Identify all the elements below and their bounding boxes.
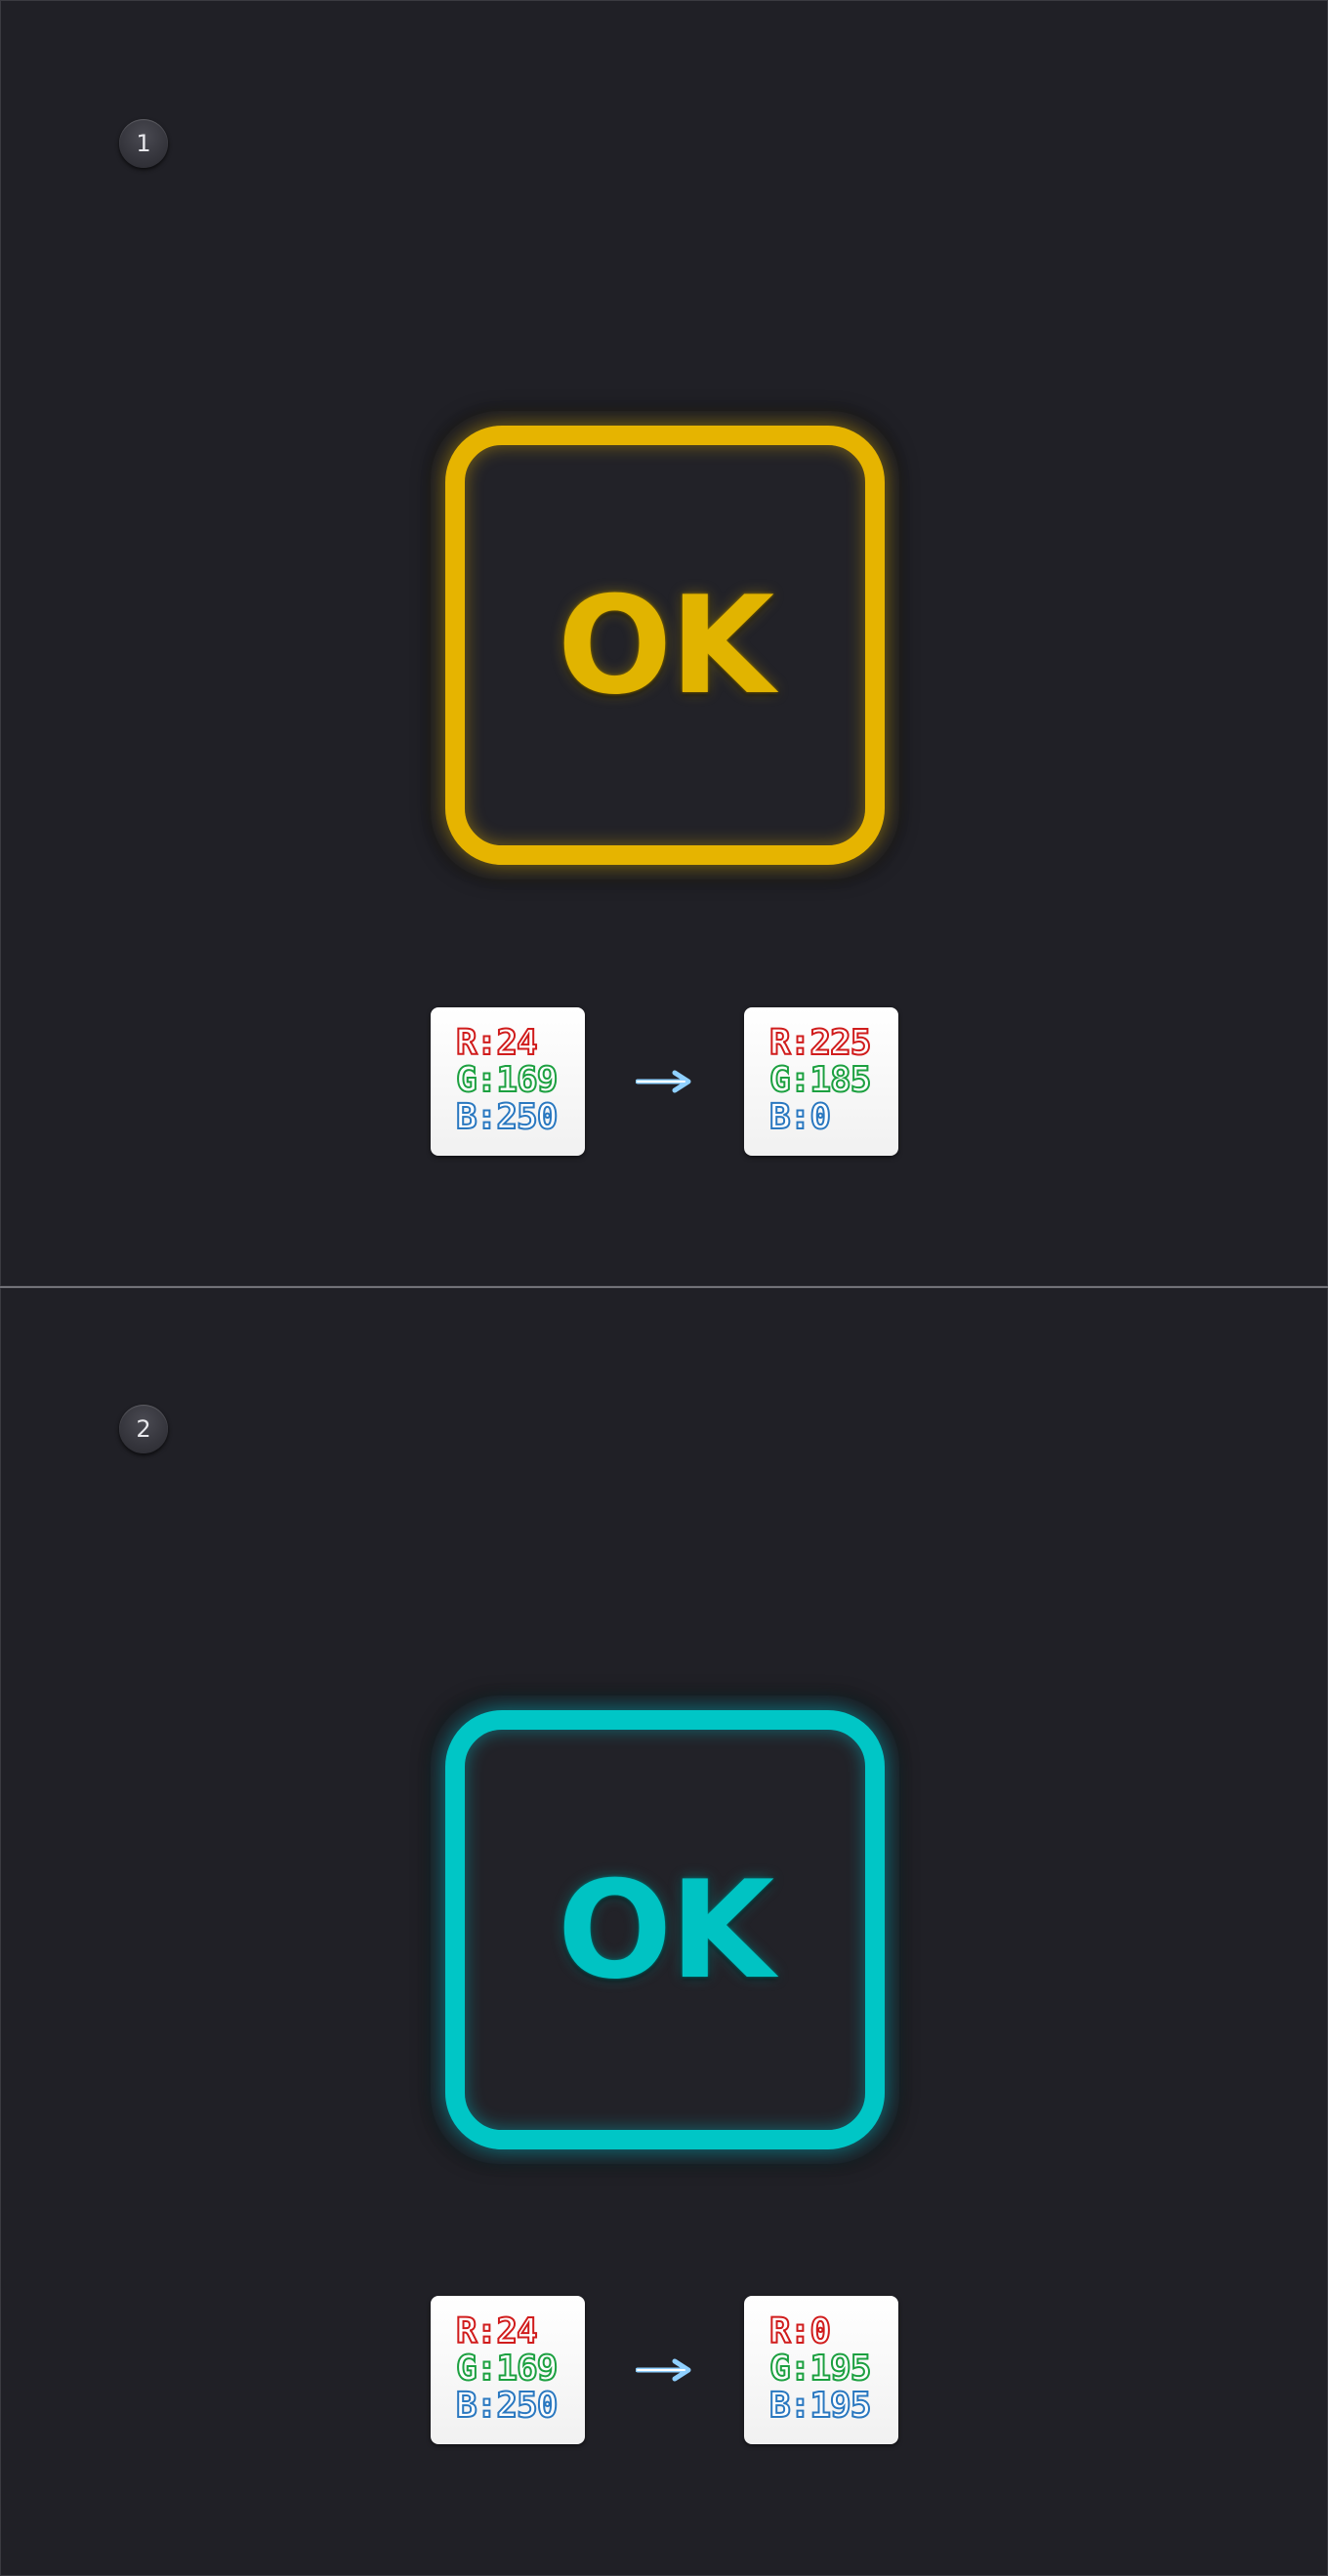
color-swatch-to: R:225 G:185 B:0: [744, 1007, 898, 1156]
step-1-panel: 1 OK R:24 G:169 B:250 R:225 G:185 B:0: [0, 0, 1328, 1287]
color-swatch-from: R:24 G:169 B:250: [431, 2296, 585, 2444]
step-number-badge: 1: [119, 119, 168, 168]
swatch-blue-value: B:250: [455, 2386, 559, 2426]
swatch-green-value: G:195: [768, 2349, 872, 2389]
swatch-green-value: G:185: [768, 1060, 872, 1100]
ok-icon-label: OK: [557, 1851, 774, 2009]
swatch-blue-value: B:0: [768, 1097, 832, 1137]
swatch-green-value: G:169: [455, 2349, 559, 2389]
swatch-green-value: G:169: [455, 1060, 559, 1100]
swatch-red-value: R:24: [455, 1023, 539, 1063]
ok-icon-cyan: OK: [431, 1696, 899, 2164]
ok-icon-yellow: OK: [431, 411, 899, 879]
ok-icon-frame: OK: [445, 1710, 885, 2149]
swatch-red-value: R:24: [455, 2311, 539, 2351]
step-2-panel: 2 OK R:24 G:169 B:250 R:0 G:195 B:195: [0, 1288, 1328, 2576]
step-number-badge: 2: [119, 1405, 168, 1453]
arrow-right-icon: [636, 2358, 691, 2382]
color-swatch-to: R:0 G:195 B:195: [744, 2296, 898, 2444]
arrow-right-icon: [636, 1070, 691, 1093]
color-swatch-from: R:24 G:169 B:250: [431, 1007, 585, 1156]
swatch-red-value: R:225: [768, 1023, 872, 1063]
swatch-blue-value: B:195: [768, 2386, 872, 2426]
swatch-blue-value: B:250: [455, 1097, 559, 1137]
ok-icon-label: OK: [557, 566, 774, 724]
ok-icon-frame: OK: [445, 426, 885, 865]
swatch-red-value: R:0: [768, 2311, 832, 2351]
